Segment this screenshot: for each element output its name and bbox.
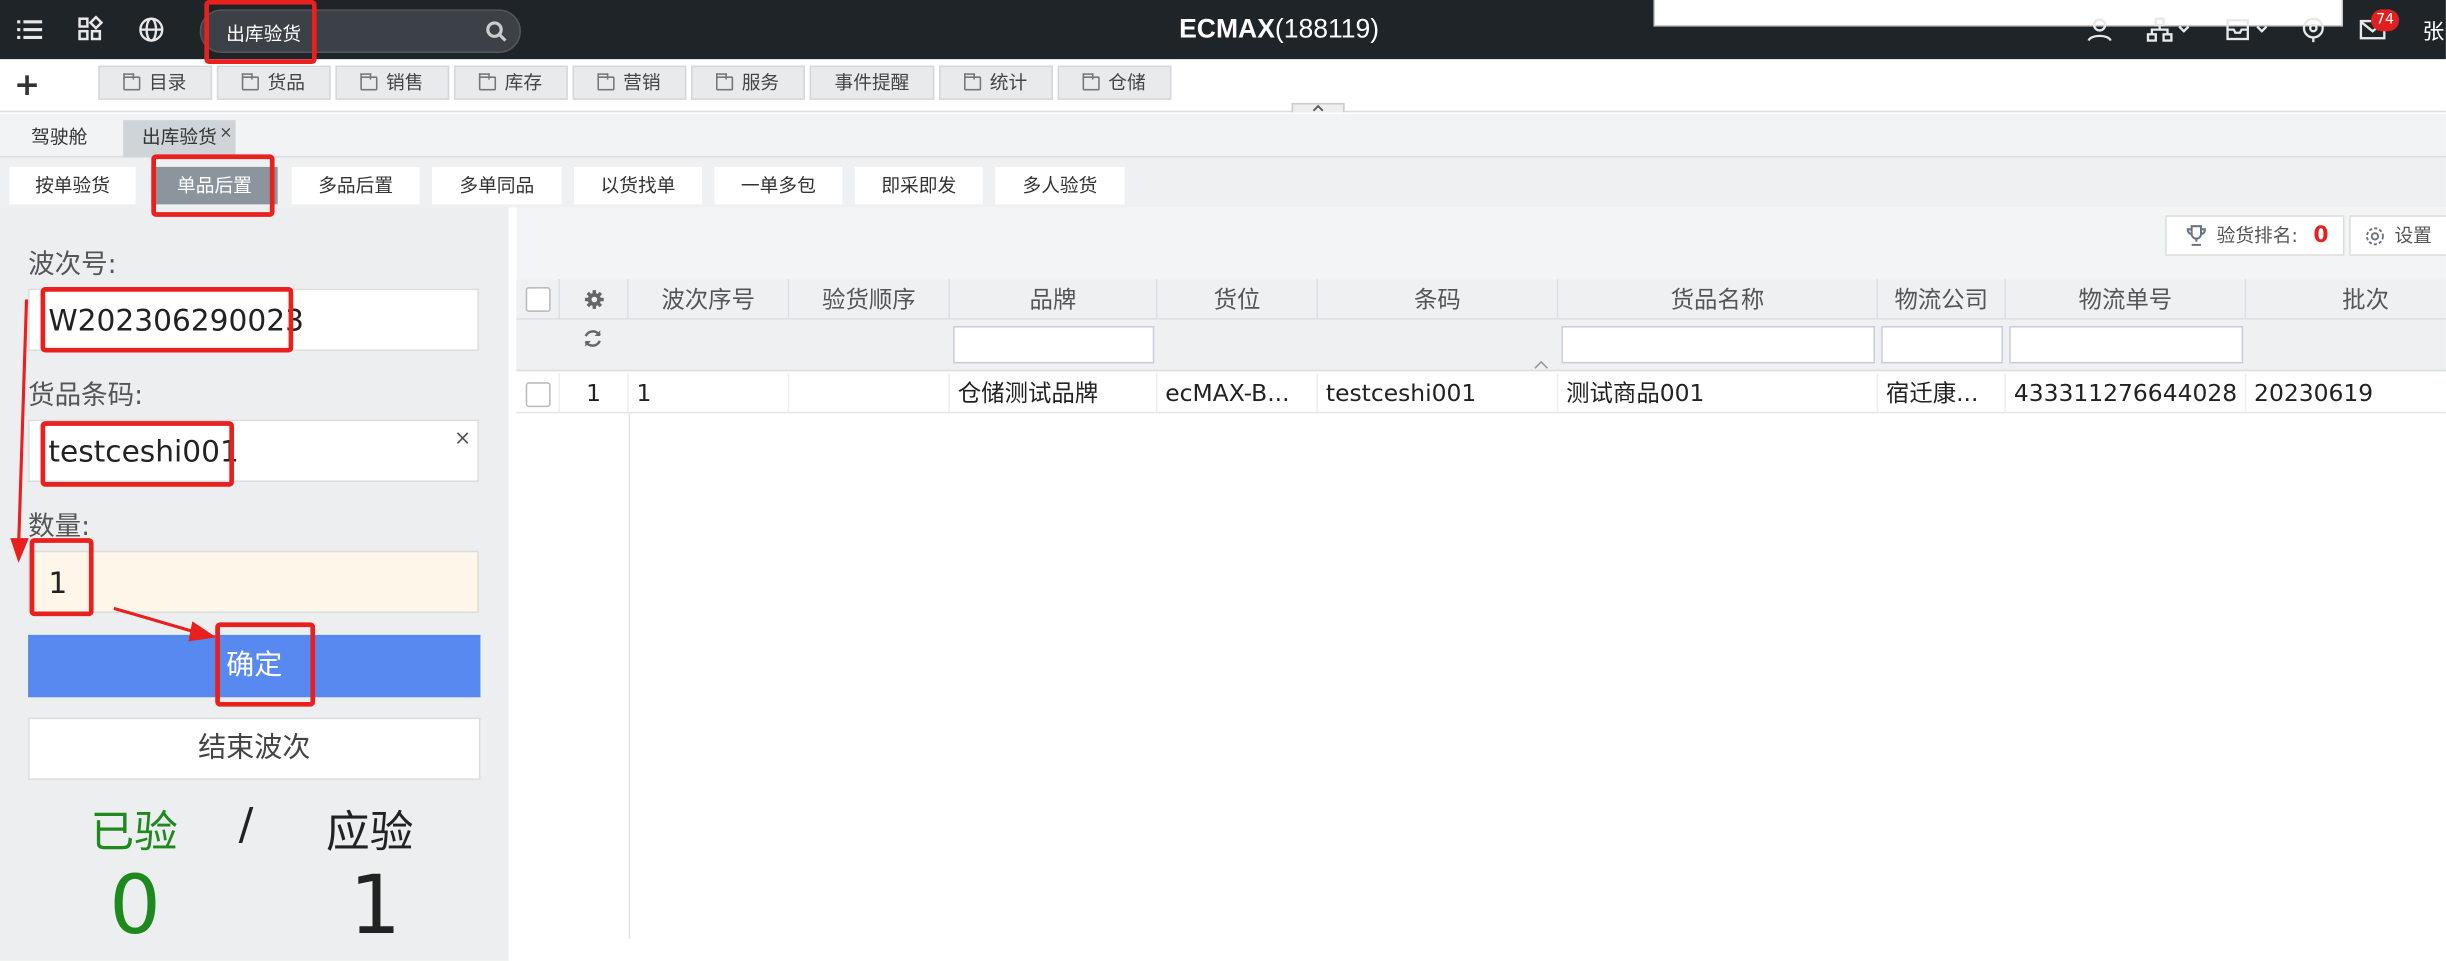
annotation-arrows	[10, 299, 217, 642]
screenshot-stage: { "topbar": { "search_value": "出库验货", "b…	[0, 0, 2446, 961]
